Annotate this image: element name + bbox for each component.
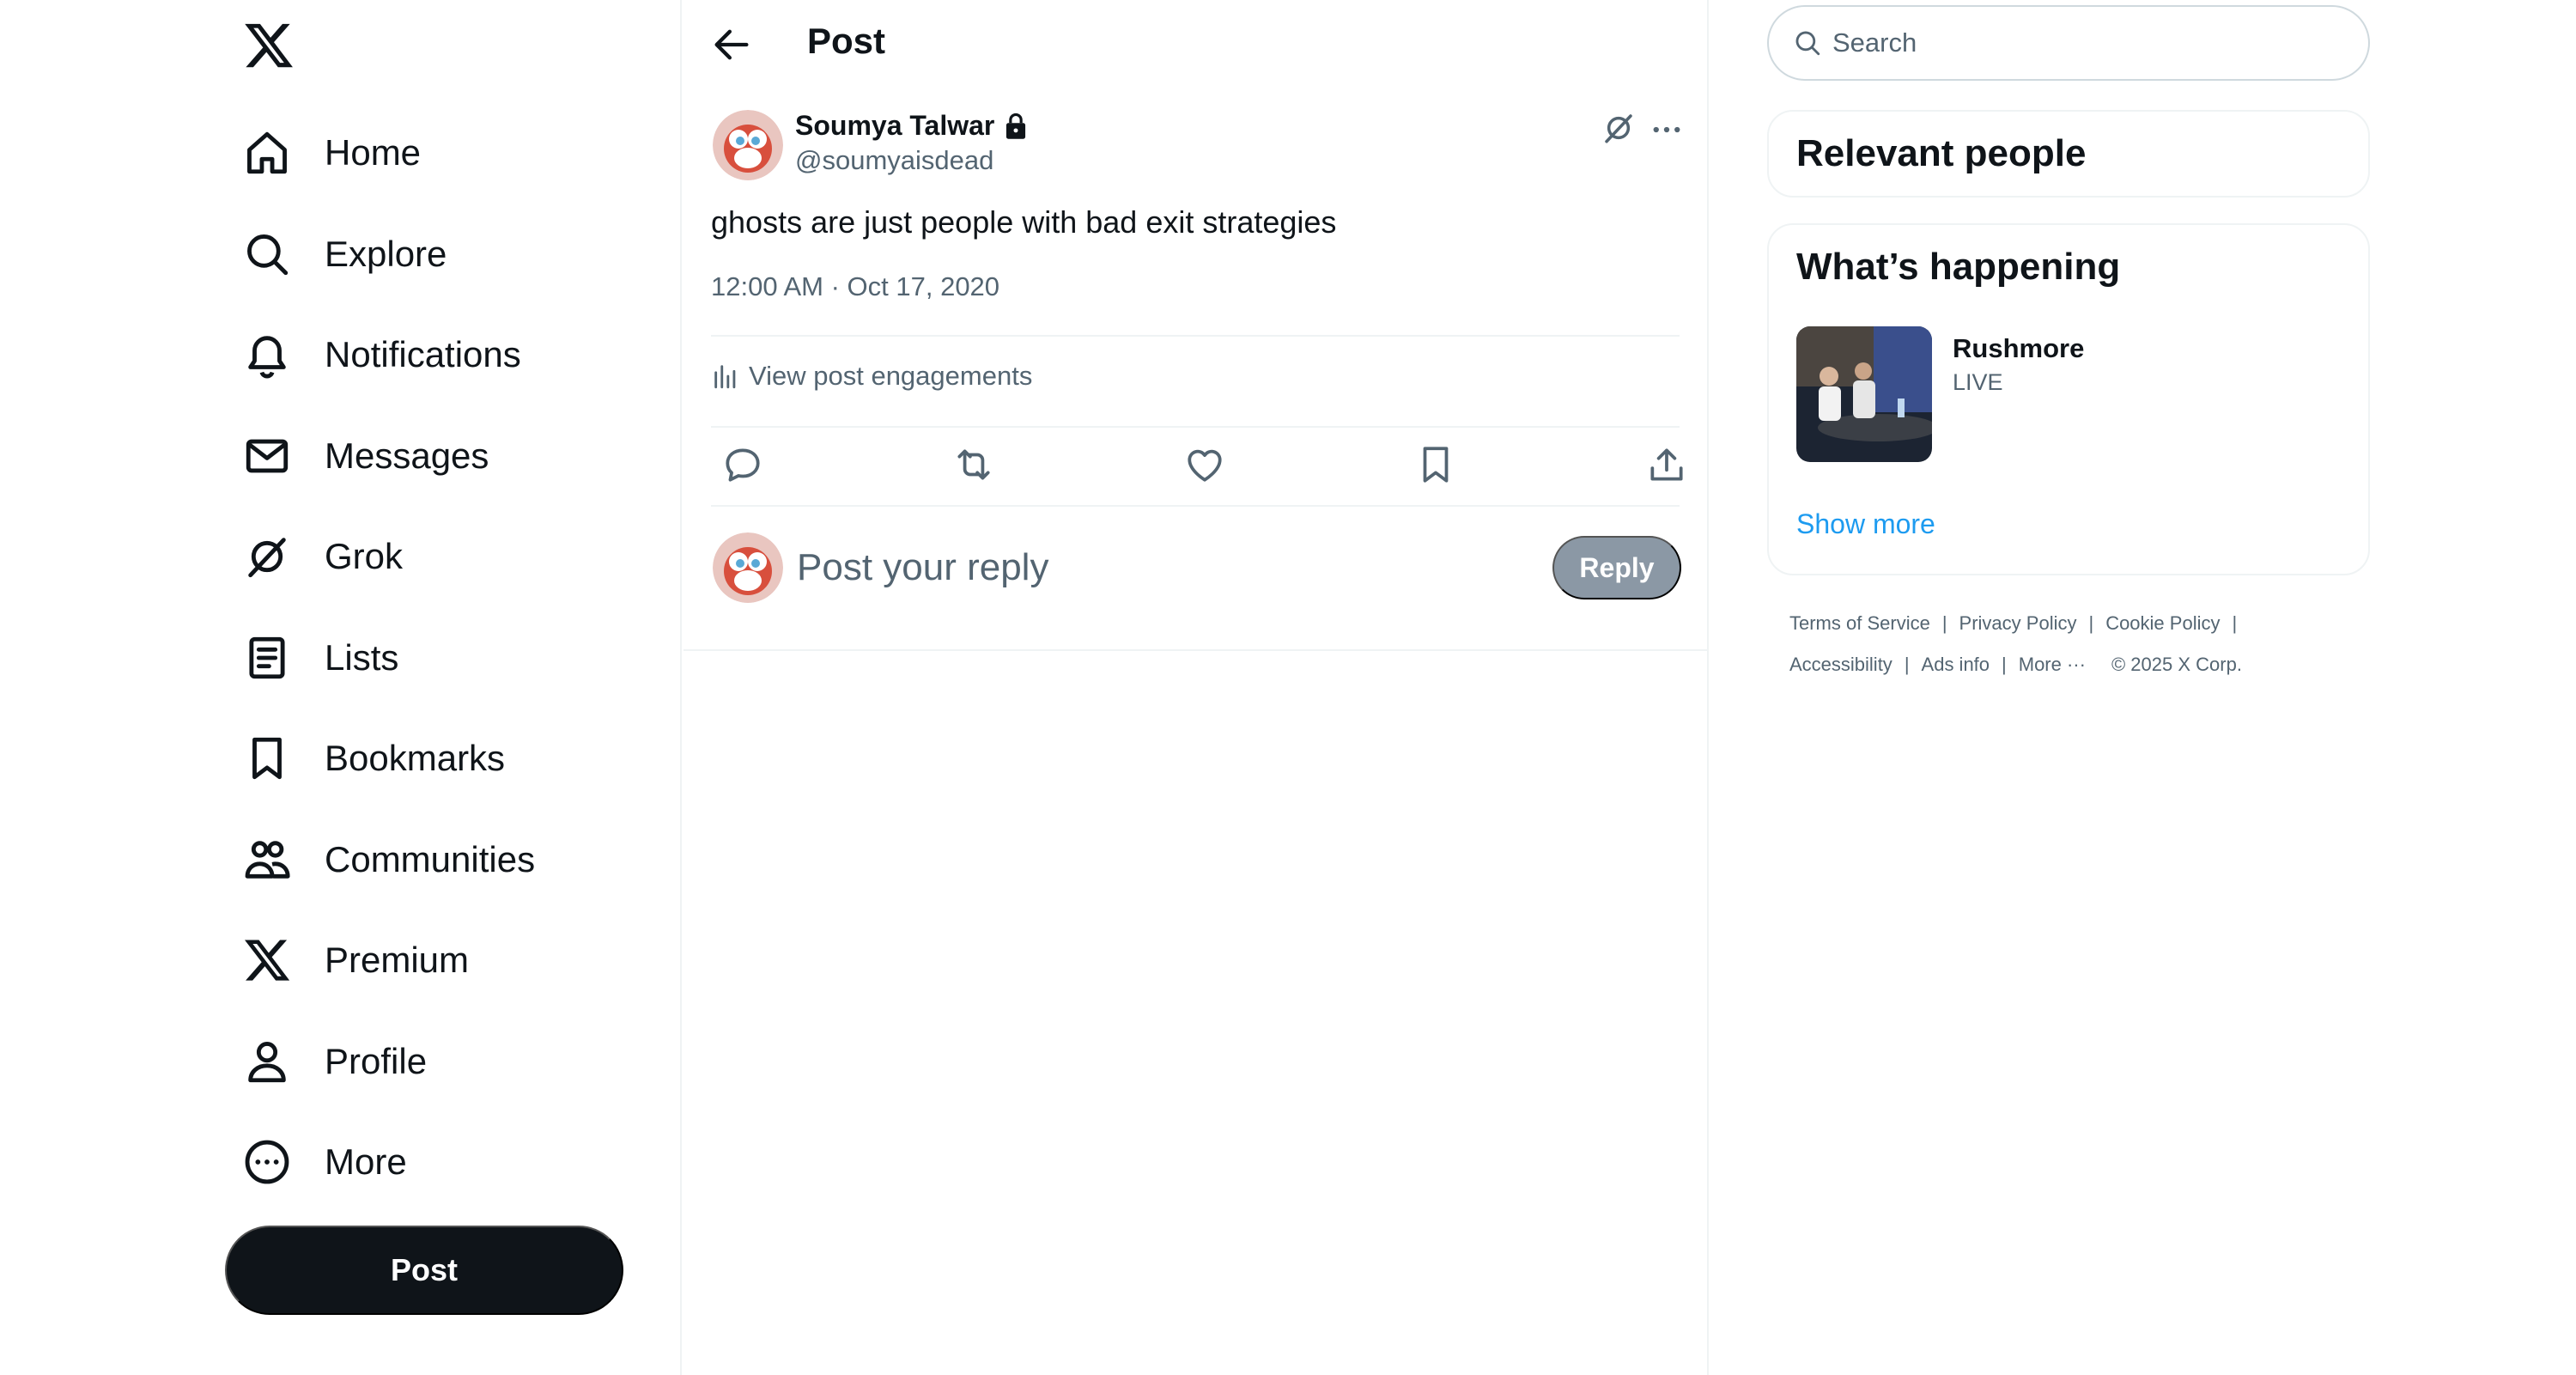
- footer-links: Terms of Service | Privacy Policy | Cook…: [1789, 612, 2249, 635]
- divider: [711, 335, 1680, 337]
- view-engagements-link[interactable]: View post engagements: [711, 361, 1032, 392]
- lock-icon: [1006, 113, 1026, 139]
- accessibility-link[interactable]: Accessibility: [1789, 654, 1893, 676]
- relevant-people-card: Relevant people: [1767, 110, 2370, 198]
- copyright: © 2025 X Corp.: [2111, 654, 2242, 675]
- trend-live-badge: LIVE: [1953, 369, 2003, 395]
- reply-avatar: [713, 532, 783, 603]
- nav-label: Messages: [325, 435, 489, 476]
- bookmark-icon[interactable]: [1414, 443, 1457, 486]
- nav-item-lists[interactable]: Lists: [242, 624, 398, 692]
- list-icon: [249, 636, 285, 679]
- search-input[interactable]: Search: [1767, 5, 2370, 81]
- search-icon: [247, 234, 289, 276]
- footer-links: Accessibility | Ads info | More ··· © 20…: [1789, 654, 2242, 676]
- nav-label: More: [325, 1141, 407, 1182]
- divider: [683, 649, 1707, 651]
- relevant-people-title: Relevant people: [1796, 132, 2087, 174]
- footer-separator: |: [1904, 654, 1910, 675]
- post-header: Post: [683, 0, 1707, 89]
- view-engagements-label: View post engagements: [749, 361, 1033, 391]
- post-text: ghosts are just people with bad exit str…: [711, 204, 1337, 240]
- bookmark-icon: [252, 737, 282, 780]
- x-logo-icon[interactable]: [242, 19, 295, 72]
- reply-button[interactable]: Reply: [1552, 536, 1681, 599]
- nav-item-home[interactable]: Home: [242, 119, 421, 187]
- whats-happening-title: What’s happening: [1796, 246, 2121, 288]
- share-icon[interactable]: [1645, 443, 1688, 486]
- nav-item-premium[interactable]: Premium: [242, 926, 469, 995]
- grok-icon: [248, 538, 286, 578]
- nav-item-profile[interactable]: Profile: [242, 1027, 427, 1096]
- post-timestamp[interactable]: 12:00 AM · Oct 17, 2020: [711, 271, 999, 302]
- search-placeholder: Search: [1832, 27, 1917, 58]
- envelope-icon: [246, 439, 289, 473]
- right-sidebar: Search Relevant people What’s happening …: [1717, 0, 2576, 1375]
- nav-label: Home: [325, 132, 422, 173]
- grok-icon[interactable]: [1601, 110, 1637, 146]
- whats-happening-card: What’s happening Rushmore LIVE Show more: [1767, 223, 2370, 575]
- reply-input[interactable]: Post your reply: [797, 546, 1048, 589]
- bell-icon: [248, 336, 286, 379]
- nav-label: Grok: [325, 536, 404, 576]
- left-navigation: Home Explore Notifications Messages Grok…: [0, 0, 682, 1375]
- footer-separator: |: [2232, 612, 2238, 634]
- avatar-image: [713, 110, 783, 180]
- author-name[interactable]: Soumya Talwar: [795, 110, 1029, 142]
- person-icon: [248, 1042, 286, 1083]
- show-more-link[interactable]: Show more: [1796, 508, 1935, 540]
- nav-item-explore[interactable]: Explore: [242, 220, 447, 289]
- repost-icon[interactable]: [952, 443, 995, 486]
- privacy-link[interactable]: Privacy Policy: [1959, 612, 2077, 635]
- nav-item-more[interactable]: More: [242, 1128, 407, 1196]
- nav-item-communities[interactable]: Communities: [242, 825, 535, 894]
- trend-name[interactable]: Rushmore: [1953, 333, 2084, 364]
- divider: [711, 505, 1680, 507]
- footer-more-link[interactable]: More ···: [2019, 654, 2086, 676]
- nav-label: Lists: [325, 637, 399, 678]
- footer-separator: |: [2002, 654, 2007, 675]
- search-icon: [1795, 31, 1820, 56]
- terms-link[interactable]: Terms of Service: [1789, 612, 1930, 635]
- home-icon: [247, 131, 287, 174]
- nav-item-notifications[interactable]: Notifications: [242, 320, 521, 389]
- nav-item-grok[interactable]: Grok: [242, 522, 403, 591]
- nav-label: Premium: [325, 940, 470, 980]
- post-detail-column: Post Soumya Talwar @soumyaisdead ghosts …: [683, 0, 1709, 1375]
- trend-thumbnail[interactable]: [1796, 326, 1932, 462]
- divider: [711, 426, 1680, 428]
- communities-icon: [245, 841, 290, 879]
- cookie-link[interactable]: Cookie Policy: [2105, 612, 2220, 635]
- like-icon[interactable]: [1183, 443, 1226, 486]
- nav-label: Explore: [325, 234, 447, 274]
- nav-item-bookmarks[interactable]: Bookmarks: [242, 724, 505, 793]
- x-logo-icon: [245, 940, 290, 981]
- back-arrow-icon[interactable]: [709, 22, 754, 67]
- more-circle-icon: [245, 1140, 289, 1184]
- ads-info-link[interactable]: Ads info: [1922, 654, 1990, 676]
- footer-separator: |: [1941, 612, 1947, 634]
- post-button[interactable]: Post: [225, 1226, 623, 1315]
- more-options-icon[interactable]: [1649, 112, 1685, 148]
- nav-label: Profile: [325, 1041, 428, 1081]
- nav-label: Communities: [325, 839, 536, 879]
- page-title: Post: [807, 21, 886, 61]
- reply-icon[interactable]: [721, 443, 764, 486]
- avatar-image: [713, 532, 783, 603]
- author-avatar[interactable]: [713, 110, 783, 180]
- nav-label: Bookmarks: [325, 738, 506, 778]
- nav-label: Notifications: [325, 334, 521, 374]
- nav-item-messages[interactable]: Messages: [242, 422, 489, 490]
- analytics-icon: [714, 365, 736, 389]
- author-handle[interactable]: @soumyaisdead: [795, 145, 993, 176]
- trend-image: [1796, 326, 1932, 462]
- footer-separator: |: [2088, 612, 2094, 634]
- author-name-text: Soumya Talwar: [795, 110, 995, 141]
